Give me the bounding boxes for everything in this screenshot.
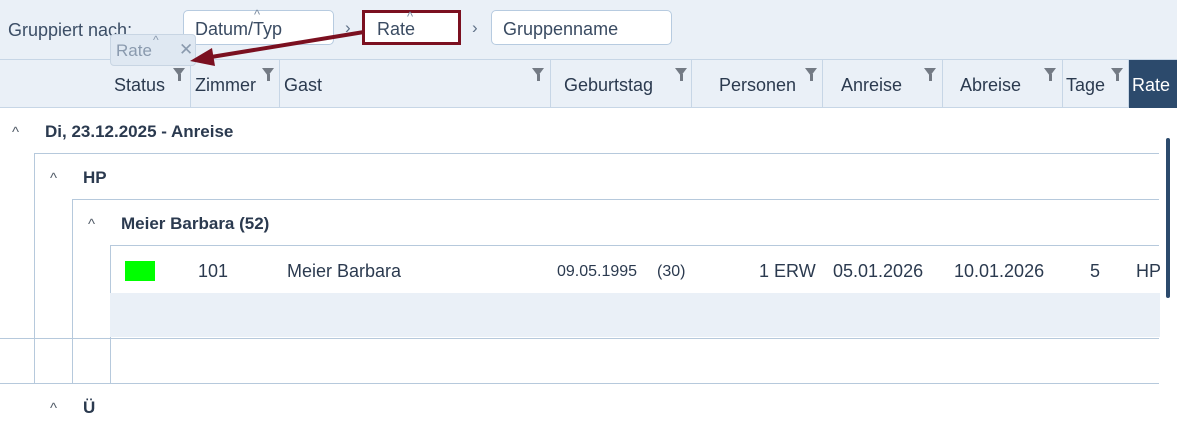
dragged-chip-label: Rate xyxy=(116,41,152,60)
cell-rate: HP xyxy=(1136,261,1162,281)
column-header-label: Anreise xyxy=(841,75,903,95)
close-icon[interactable]: ✕ xyxy=(179,40,193,60)
sort-caret-icon: ^ xyxy=(153,33,159,47)
filter-icon[interactable] xyxy=(924,68,936,81)
group-divider xyxy=(0,383,1159,384)
column-header-geburtstag[interactable]: Geburtstag xyxy=(551,60,692,108)
dragged-group-chip[interactable]: Rate ^ ✕ xyxy=(110,33,196,66)
cell-room: 101 xyxy=(198,261,229,281)
column-header-label: Zimmer xyxy=(195,75,256,95)
column-header-label: Abreise xyxy=(960,75,1022,95)
vertical-scrollbar[interactable] xyxy=(1166,138,1170,298)
filter-icon[interactable] xyxy=(173,68,185,81)
status-indicator xyxy=(125,261,155,281)
column-header-label: Personen xyxy=(719,75,797,95)
sort-caret-icon: ^ xyxy=(407,9,414,24)
filter-icon[interactable] xyxy=(1111,68,1123,81)
cell-age: (30) xyxy=(657,263,686,280)
sort-caret-icon: ^ xyxy=(254,7,261,22)
group-divider xyxy=(110,245,1159,246)
column-header-personen[interactable]: Personen xyxy=(692,60,823,108)
filter-icon[interactable] xyxy=(262,68,274,81)
group-chip-datum-typ[interactable]: Datum/Typ ^ xyxy=(183,7,334,45)
column-header-label: Status xyxy=(114,75,166,95)
cell-guest[interactable]: Meier Barbara xyxy=(287,261,401,282)
column-header-abreise[interactable]: Abreise xyxy=(943,60,1063,108)
collapse-icon[interactable]: ^ xyxy=(50,170,57,187)
column-header-label: Rate xyxy=(1132,75,1171,95)
tree-indent-line xyxy=(34,153,35,384)
empty-row xyxy=(110,293,1160,337)
group-title: Ü xyxy=(83,398,96,417)
cell-departure: 10.01.2026 xyxy=(954,261,1045,281)
column-header-label: Geburtstag xyxy=(564,75,654,95)
cell-arrival: 05.01.2026 xyxy=(833,261,924,281)
filter-icon[interactable] xyxy=(532,68,544,81)
column-header-anreise[interactable]: Anreise xyxy=(823,60,943,108)
group-chip-rate[interactable]: Rate ^ xyxy=(362,9,461,45)
group-title: HP xyxy=(83,168,107,187)
chevron-right-icon: › xyxy=(472,18,478,37)
group-title: Meier Barbara (52) xyxy=(121,214,270,233)
cell-birthday: 09.05.1995 xyxy=(557,263,638,280)
collapse-icon[interactable]: ^ xyxy=(50,400,57,417)
collapse-icon[interactable]: ^ xyxy=(88,216,95,233)
tree-indent-line xyxy=(72,199,73,384)
collapse-icon[interactable]: ^ xyxy=(12,124,19,141)
cell-persons: 1 ERW xyxy=(759,261,816,281)
cell-days: 5 xyxy=(1090,261,1101,281)
column-header-label: Tage xyxy=(1066,75,1106,95)
column-header-zimmer[interactable]: Zimmer xyxy=(191,60,280,108)
column-header-gast[interactable]: Gast xyxy=(280,60,551,108)
column-header-label: Gast xyxy=(284,75,323,95)
group-divider xyxy=(72,199,1159,200)
group-chip-label: Gruppenname xyxy=(503,19,619,39)
column-header-status[interactable]: Status xyxy=(0,60,191,108)
grid-header: Status Zimmer Gast Geburtstag Personen A… xyxy=(0,60,1177,108)
filter-icon[interactable] xyxy=(805,68,817,81)
column-header-tage[interactable]: Tage xyxy=(1063,60,1129,108)
group-chip-gruppenname[interactable]: Gruppenname xyxy=(491,10,672,45)
group-divider xyxy=(34,153,1159,154)
group-chip-label: Datum/Typ xyxy=(195,19,283,39)
filter-icon[interactable] xyxy=(675,68,687,81)
group-title: Di, 23.12.2025 - Anreise xyxy=(45,122,234,141)
group-divider xyxy=(0,338,1159,339)
column-header-rate[interactable]: Rate xyxy=(1129,60,1177,108)
filter-icon[interactable] xyxy=(1044,68,1056,81)
chevron-right-icon: › xyxy=(345,18,351,37)
